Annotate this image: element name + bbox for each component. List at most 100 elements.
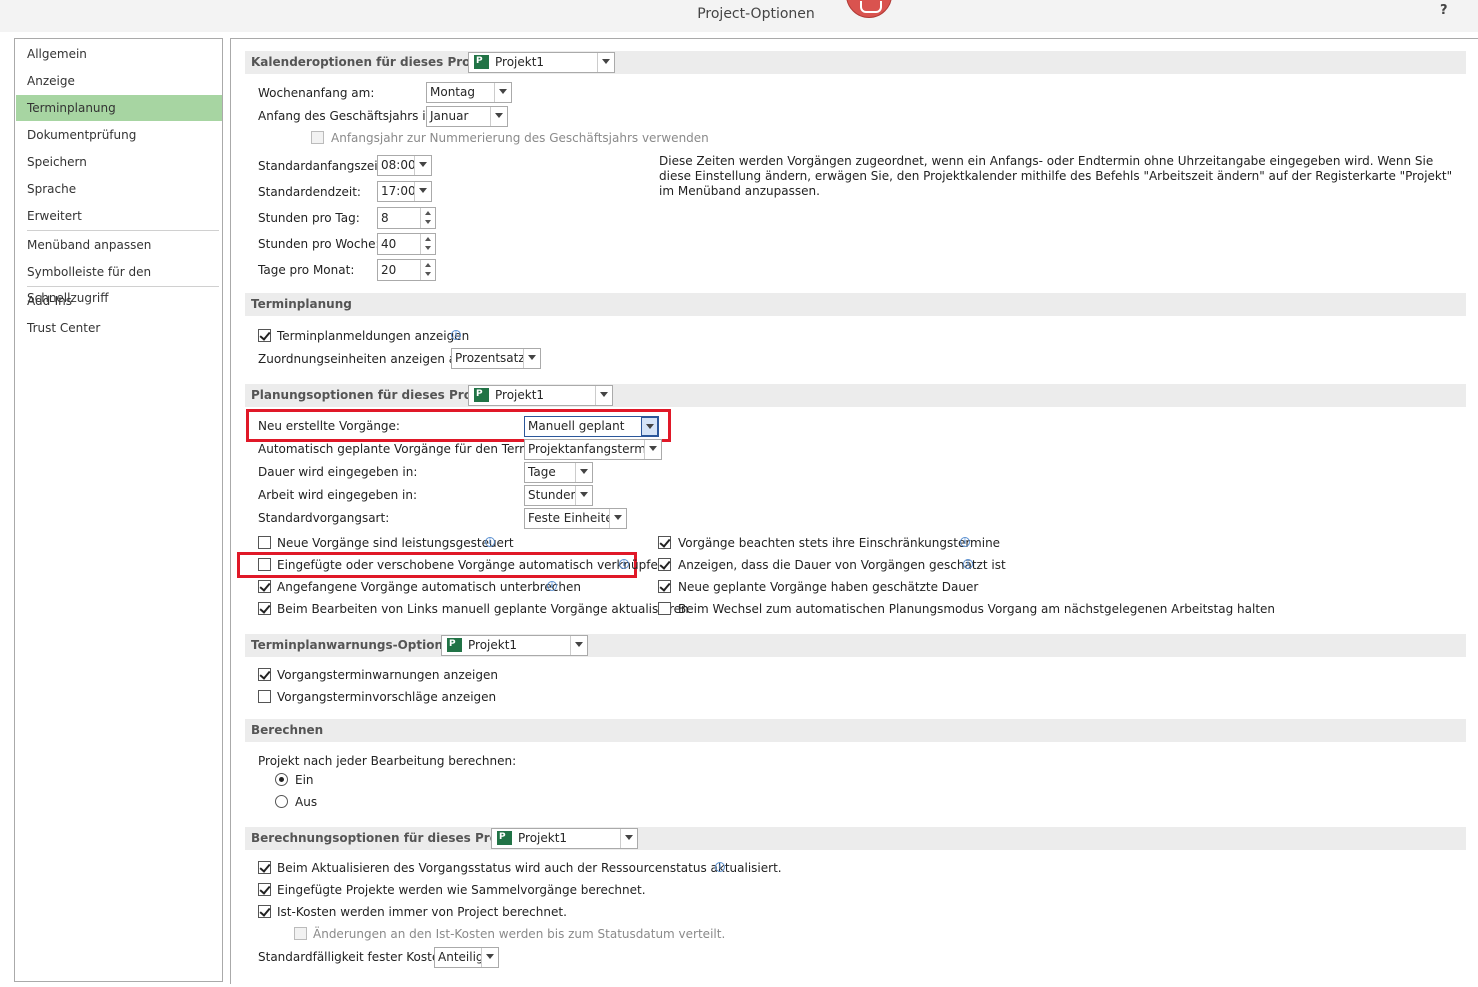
- keep-workday-checkbox[interactable]: [658, 602, 671, 615]
- sidebar-item-terminplanung[interactable]: Terminplanung: [16, 95, 222, 121]
- fiscal-numbering-checkbox[interactable]: [311, 131, 324, 144]
- chevron-down-icon[interactable]: [620, 829, 637, 848]
- calc-project-select[interactable]: Projekt1: [491, 828, 638, 849]
- autolink-checkbox[interactable]: [258, 558, 271, 571]
- chevron-down-icon[interactable]: [595, 386, 612, 405]
- hours-day-stepper[interactable]: 8: [377, 207, 436, 229]
- chevron-down-icon[interactable]: [644, 440, 661, 459]
- section-title: Berechnen: [251, 723, 324, 737]
- spread-costs-checkbox[interactable]: [294, 927, 307, 940]
- duration-label: Dauer wird eingegeben in:: [258, 465, 418, 479]
- chevron-down-icon[interactable]: [575, 486, 592, 505]
- fiscal-numbering-label: Anfangsjahr zur Nummerierung des Geschäf…: [331, 131, 709, 145]
- calendar-project-select[interactable]: Projekt1: [468, 52, 615, 73]
- task-warnings-checkbox[interactable]: [258, 668, 271, 681]
- auto-tasks-select[interactable]: Projektanfangstermin: [524, 439, 662, 460]
- chevron-down-icon[interactable]: [414, 182, 431, 201]
- chevron-down-icon[interactable]: [597, 53, 614, 72]
- chevron-down-icon[interactable]: [490, 107, 507, 126]
- estimated-duration-checkbox[interactable]: [658, 558, 671, 571]
- auto-tasks-label: Automatisch geplante Vorgänge für den Te…: [258, 442, 546, 456]
- calculate-on-label: Ein: [295, 773, 314, 787]
- sidebar-item-dokumentpruefung[interactable]: Dokumentprüfung: [16, 122, 222, 148]
- stepper-arrows-icon[interactable]: [420, 234, 435, 254]
- start-time-select[interactable]: 08:00: [377, 155, 432, 176]
- split-tasks-label: Angefangene Vorgänge automatisch unterbr…: [277, 580, 581, 594]
- select-value: Projekt1: [495, 388, 545, 402]
- constraint-dates-checkbox[interactable]: [658, 536, 671, 549]
- end-time-label: Standardendzeit:: [258, 185, 361, 199]
- update-manual-label: Beim Bearbeiten von Links manuell geplan…: [277, 602, 689, 616]
- inserted-projects-checkbox[interactable]: [258, 883, 271, 896]
- sidebar-item-addins[interactable]: Add-Ins: [16, 288, 222, 314]
- duration-select[interactable]: Tage: [524, 462, 593, 483]
- select-value: 17:00: [381, 184, 416, 198]
- section-header-scheduling: Terminplanung: [245, 293, 1466, 316]
- assignment-units-select[interactable]: Prozentsatz: [451, 348, 541, 369]
- section-title: Planungsoptionen für dieses Projekt:: [251, 388, 503, 402]
- sidebar-item-schnellzugriff[interactable]: Symbolleiste für den Schnellzugriff: [16, 259, 222, 305]
- chevron-down-icon[interactable]: [481, 948, 498, 967]
- section-header-warnings: Terminplanwarnungs-Optionen:: [245, 634, 1466, 657]
- chevron-down-icon[interactable]: [609, 509, 626, 528]
- new-tasks-select[interactable]: Manuell geplant: [524, 416, 659, 437]
- section-header-calc-options: Berechnungsoptionen für dieses Projekt:: [245, 827, 1466, 850]
- calculate-off-radio[interactable]: [275, 795, 288, 808]
- days-month-label: Tage pro Monat:: [258, 263, 355, 277]
- select-value: Feste Einheiten: [528, 511, 621, 525]
- sidebar-item-speichern[interactable]: Speichern: [16, 149, 222, 175]
- sidebar-item-sprache[interactable]: Sprache: [16, 176, 222, 202]
- project-file-icon: [447, 636, 462, 654]
- chevron-down-icon[interactable]: [570, 636, 587, 655]
- calculate-on-radio[interactable]: [275, 773, 288, 786]
- sidebar-item-trustcenter[interactable]: Trust Center: [16, 315, 222, 341]
- section-title: Terminplanung: [251, 297, 352, 311]
- week-start-select[interactable]: Montag: [426, 82, 512, 103]
- section-title: Berechnungsoptionen für dieses Projekt:: [251, 831, 529, 845]
- sidebar-item-allgemein[interactable]: Allgemein: [16, 41, 222, 67]
- task-suggestions-checkbox[interactable]: [258, 690, 271, 703]
- select-value: Tage: [528, 465, 556, 479]
- stepper-arrows-icon[interactable]: [420, 208, 435, 228]
- split-tasks-checkbox[interactable]: [258, 580, 271, 593]
- stepper-arrows-icon[interactable]: [420, 260, 435, 280]
- days-month-stepper[interactable]: 20: [377, 259, 436, 281]
- select-value: Projektanfangstermin: [528, 442, 657, 456]
- info-icon: i: [547, 581, 557, 591]
- chevron-down-icon[interactable]: [523, 349, 540, 368]
- project-file-icon: [497, 829, 512, 847]
- sidebar-item-erweitert[interactable]: Erweitert: [16, 203, 222, 229]
- chevron-down-icon[interactable]: [575, 463, 592, 482]
- resource-status-label: Beim Aktualisieren des Vorgangsstatus wi…: [277, 861, 782, 875]
- end-time-select[interactable]: 17:00: [377, 181, 432, 202]
- new-estimated-checkbox[interactable]: [658, 580, 671, 593]
- show-messages-checkbox[interactable]: [258, 329, 271, 342]
- info-icon: i: [619, 559, 629, 569]
- window-title: Project-Optionen: [697, 6, 815, 22]
- fiscal-year-select[interactable]: Januar: [426, 106, 508, 127]
- chevron-down-icon[interactable]: [641, 417, 658, 436]
- work-label: Arbeit wird eingegeben in:: [258, 488, 418, 502]
- warnings-project-select[interactable]: Projekt1: [441, 635, 588, 656]
- chevron-down-icon[interactable]: [414, 156, 431, 175]
- estimated-duration-label: Anzeigen, dass die Dauer von Vorgängen g…: [678, 558, 1006, 572]
- help-button[interactable]: ?: [1440, 3, 1448, 18]
- chevron-down-icon[interactable]: [494, 83, 511, 102]
- actual-costs-checkbox[interactable]: [258, 905, 271, 918]
- new-tasks-label: Neu erstellte Vorgänge:: [258, 419, 400, 433]
- resource-status-checkbox[interactable]: [258, 861, 271, 874]
- update-manual-checkbox[interactable]: [258, 602, 271, 615]
- task-warnings-label: Vorgangsterminwarnungen anzeigen: [277, 668, 498, 682]
- effort-driven-checkbox[interactable]: [258, 536, 271, 549]
- hours-week-stepper[interactable]: 40: [377, 233, 436, 255]
- show-messages-label: Terminplanmeldungen anzeigen: [277, 329, 470, 343]
- planning-project-select[interactable]: Projekt1: [468, 385, 613, 406]
- select-value: Januar: [430, 109, 469, 123]
- fixed-costs-select[interactable]: Anteilig: [434, 947, 499, 968]
- project-file-icon: [474, 386, 489, 404]
- sidebar-item-menueband[interactable]: Menüband anpassen: [16, 232, 222, 258]
- task-type-select[interactable]: Feste Einheiten: [524, 508, 627, 529]
- keep-workday-label: Beim Wechsel zum automatischen Planungsm…: [678, 602, 1276, 616]
- work-select[interactable]: Stunden: [524, 485, 593, 506]
- sidebar-item-anzeige[interactable]: Anzeige: [16, 68, 222, 94]
